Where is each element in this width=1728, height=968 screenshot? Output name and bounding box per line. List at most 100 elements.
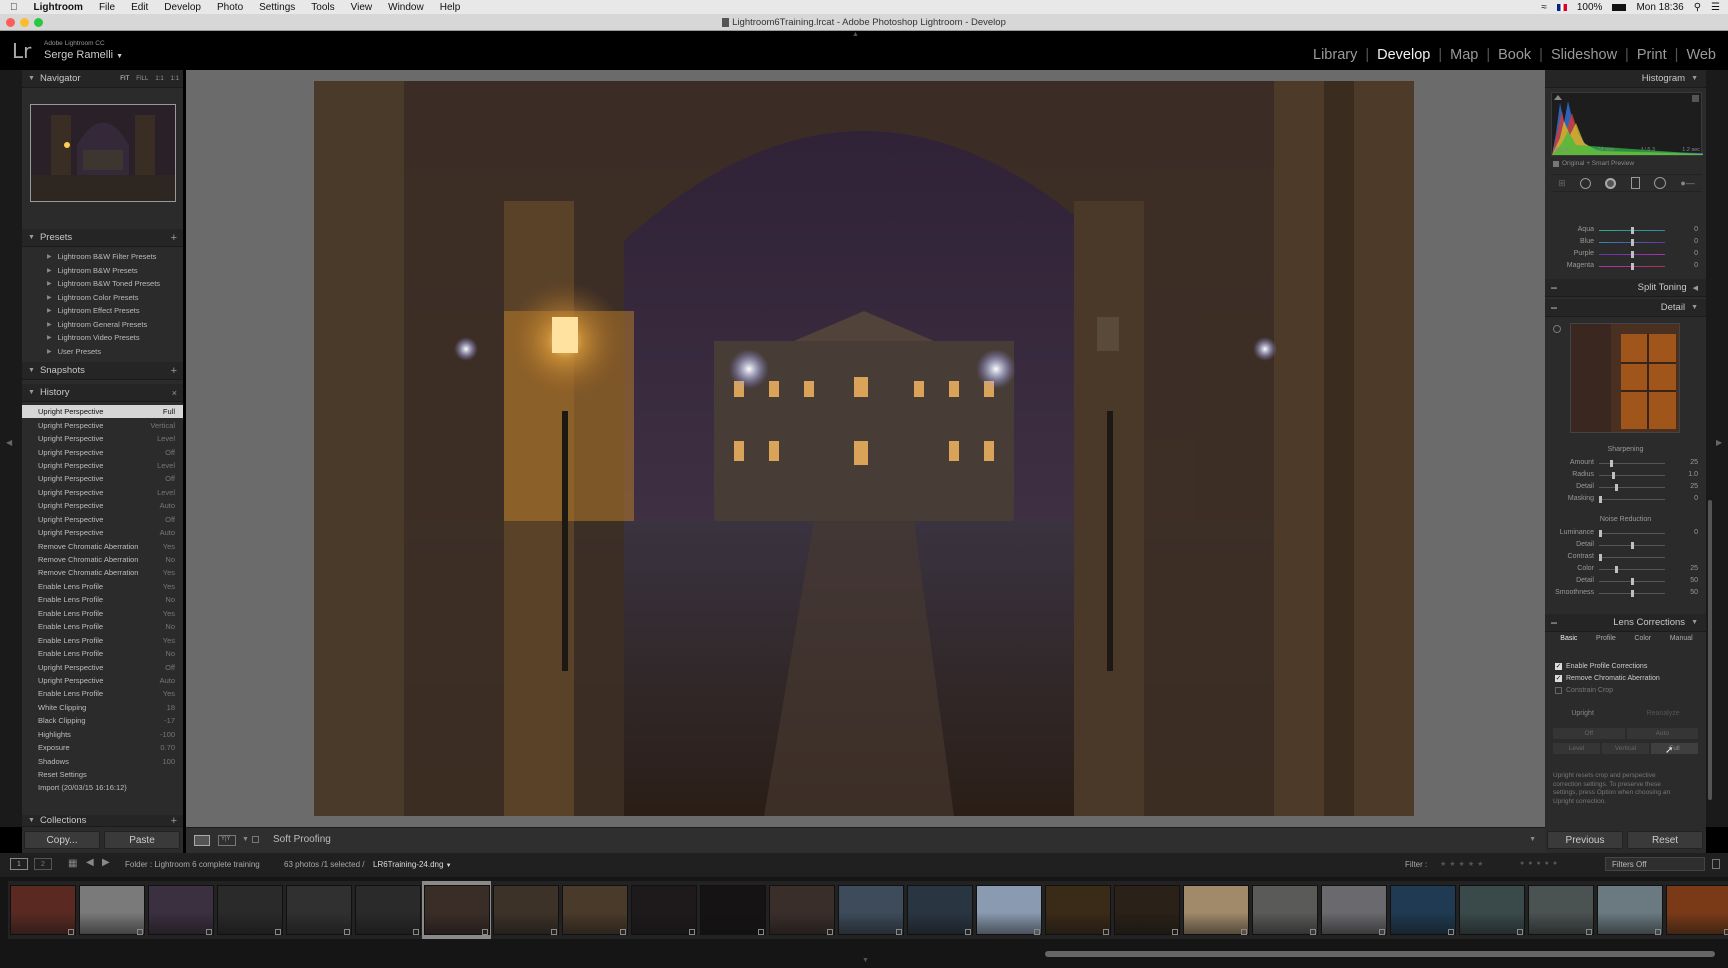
panel-toggle-icon[interactable]: ▬ <box>1551 305 1557 311</box>
history-item[interactable]: Enable Lens Profile No <box>22 620 183 633</box>
flag-filter-icons[interactable]: ●●●●● <box>1520 860 1561 867</box>
slider-knob[interactable] <box>1631 227 1634 234</box>
paste-button[interactable]: Paste <box>104 831 180 849</box>
filmstrip-thumbnail[interactable] <box>79 885 145 935</box>
slider-value[interactable]: 0 <box>1694 226 1698 233</box>
menu-edit[interactable]: Edit <box>131 2 148 13</box>
history-item[interactable]: Upright Perspective Auto <box>22 499 183 512</box>
source-path[interactable]: Folder : Lightroom 6 complete training <box>125 860 260 869</box>
filmstrip-cell[interactable] <box>1526 881 1596 939</box>
filmstrip-cell[interactable] <box>560 881 630 939</box>
filmstrip-thumbnail[interactable] <box>355 885 421 935</box>
filmstrip-thumbnail[interactable] <box>1183 885 1249 935</box>
right-panel-edge[interactable]: ▶ <box>1706 70 1728 827</box>
constrain-crop-checkbox[interactable]: Constrain Crop <box>1555 684 1700 696</box>
reset-button[interactable]: Reset <box>1627 831 1703 849</box>
slider-knob[interactable] <box>1609 460 1613 467</box>
history-item[interactable]: Enable Lens Profile Yes <box>22 607 183 620</box>
slider-value[interactable]: 25 <box>1690 565 1698 572</box>
loupe-view-icon[interactable] <box>194 835 210 846</box>
adjustment-brush-icon[interactable]: ●— <box>1680 178 1694 188</box>
slider-value[interactable]: 50 <box>1690 589 1698 596</box>
filmstrip-cell[interactable] <box>215 881 285 939</box>
filmstrip-thumbnail[interactable] <box>217 885 283 935</box>
clock[interactable]: Mon 18:36 <box>1636 2 1683 13</box>
wifi-icon[interactable]: ≈ <box>1541 2 1547 13</box>
filmstrip-thumbnail[interactable] <box>286 885 352 935</box>
soft-proofing-checkbox[interactable] <box>252 836 259 843</box>
upright-auto-button[interactable]: Auto <box>1626 728 1698 739</box>
navigator-preview[interactable] <box>30 104 176 202</box>
slider-track[interactable] <box>1599 533 1665 534</box>
panel-toggle-icon[interactable]: ▬ <box>1551 285 1557 291</box>
filmstrip-thumbnail[interactable] <box>1528 885 1594 935</box>
filmstrip-cell[interactable] <box>1457 881 1527 939</box>
menu-settings[interactable]: Settings <box>259 2 295 13</box>
history-item[interactable]: Remove Chromatic Aberration No <box>22 553 183 566</box>
add-preset-icon[interactable]: + <box>171 232 177 244</box>
filmstrip-thumbnail[interactable] <box>907 885 973 935</box>
filmstrip-cell[interactable] <box>1664 881 1728 939</box>
detail-target-icon[interactable] <box>1553 325 1561 333</box>
zoom-1-1[interactable]: 1:1 <box>155 76 163 82</box>
spotlight-icon[interactable]: ⚲ <box>1694 2 1701 13</box>
app-menu[interactable]: Lightroom <box>34 2 83 13</box>
slider-value[interactable]: 25 <box>1690 483 1698 490</box>
history-item[interactable]: Highlights -100 <box>22 728 183 741</box>
slider-knob[interactable] <box>1615 566 1618 573</box>
navigator-header[interactable]: ▼ Navigator FIT FILL 1:1 1:1 <box>22 70 183 88</box>
shadow-clipping-icon[interactable] <box>1554 95 1562 100</box>
history-item[interactable]: Enable Lens Profile Yes <box>22 580 183 593</box>
history-item[interactable]: Remove Chromatic Aberration Yes <box>22 539 183 552</box>
filmstrip-cell[interactable] <box>1319 881 1389 939</box>
filmstrip-cell[interactable] <box>146 881 216 939</box>
upright-full-button[interactable]: Full <box>1651 743 1698 754</box>
main-window-button[interactable]: 1 <box>10 858 28 870</box>
slider-knob[interactable] <box>1631 590 1634 597</box>
history-item[interactable]: Enable Lens Profile No <box>22 647 183 660</box>
filmstrip-thumbnail[interactable] <box>493 885 559 935</box>
filmstrip-thumbnail[interactable] <box>1390 885 1456 935</box>
filmstrip-cell[interactable] <box>8 881 78 939</box>
slider-value[interactable]: 0 <box>1694 250 1698 257</box>
toolbar-options-icon[interactable]: ▼ <box>1529 836 1536 843</box>
snapshots-header[interactable]: ▼ Snapshots + <box>22 362 183 380</box>
main-photo[interactable] <box>314 81 1414 816</box>
add-collection-icon[interactable]: + <box>171 815 177 826</box>
slider-knob[interactable] <box>1615 484 1618 491</box>
upright-level-button[interactable]: Level <box>1553 743 1600 754</box>
preset-folder[interactable]: ▶ Lightroom Color Presets <box>22 291 183 305</box>
preset-folder[interactable]: ▶ Lightroom B&W Filter Presets <box>22 250 183 264</box>
slider-knob[interactable] <box>1631 239 1634 246</box>
filmstrip-thumbnail[interactable] <box>562 885 628 935</box>
notification-center-icon[interactable]: ☰ <box>1711 2 1720 13</box>
filmstrip-cell[interactable] <box>974 881 1044 939</box>
presets-header[interactable]: ▼ Presets + <box>22 229 183 247</box>
filmstrip-cell[interactable] <box>1043 881 1113 939</box>
remove-chromatic-aberration-checkbox[interactable]: ✓ Remove Chromatic Aberration <box>1555 672 1700 684</box>
rating-filter-stars[interactable]: ★★★★★ <box>1440 860 1486 868</box>
detail-header[interactable]: ▬ Detail ▼ <box>1545 299 1706 317</box>
history-item[interactable]: Upright Perspective Vertical <box>22 418 183 431</box>
add-snapshot-icon[interactable]: + <box>171 365 177 377</box>
tab-manual[interactable]: Manual <box>1670 635 1693 647</box>
collapse-top-panel-icon[interactable]: ▲ <box>852 31 859 38</box>
filter-preset-select[interactable]: Filters Off <box>1605 857 1705 871</box>
previous-button[interactable]: Previous <box>1547 831 1623 849</box>
lens-corrections-header[interactable]: ▬ Lens Corrections ▼ <box>1545 614 1706 632</box>
slider-value[interactable]: 25 <box>1690 459 1698 466</box>
close-window-button[interactable] <box>6 18 15 27</box>
panel-toggle-icon[interactable]: ▬ <box>1551 620 1557 626</box>
red-eye-icon[interactable] <box>1605 177 1617 189</box>
copy-button[interactable]: Copy... <box>24 831 100 849</box>
history-item[interactable]: Upright Perspective Off <box>22 513 183 526</box>
collections-header[interactable]: ▼ Collections + <box>22 815 183 827</box>
history-item[interactable]: Upright Perspective Level <box>22 432 183 445</box>
spot-removal-icon[interactable] <box>1580 177 1592 189</box>
apple-icon[interactable]:  <box>10 2 18 13</box>
crop-tool-icon[interactable]: ⊞ <box>1558 178 1566 189</box>
preset-folder[interactable]: ▶ Lightroom B&W Toned Presets <box>22 277 183 291</box>
history-item[interactable]: White Clipping 18 <box>22 701 183 714</box>
battery-icon[interactable] <box>1612 3 1627 11</box>
selected-filename[interactable]: LR6Training-24.dng ▼ <box>373 860 452 869</box>
